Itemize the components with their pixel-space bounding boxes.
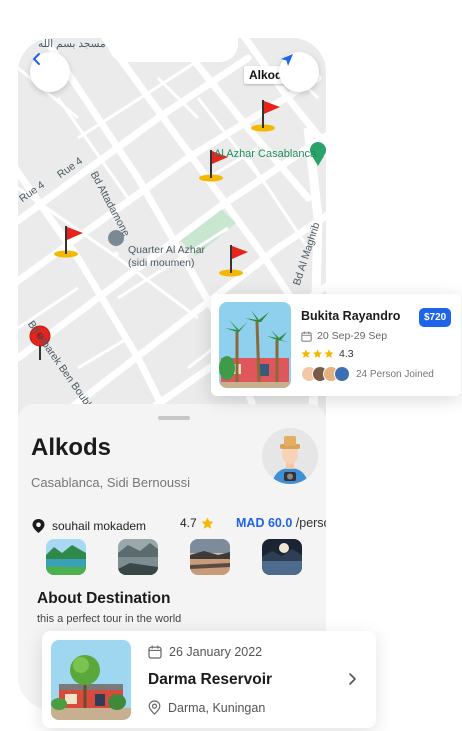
host-row: souhail mokadem 4.7 MAD 60.0 /person <box>31 516 326 536</box>
about-title: About Destination <box>37 590 171 607</box>
tour-price-badge: $720 <box>419 308 452 327</box>
calendar-icon <box>148 645 162 659</box>
tour-image <box>219 302 291 388</box>
reservoir-location: Darma, Kuningan <box>148 700 265 715</box>
map-label-arabic: مسجد بسم الله <box>38 38 106 50</box>
rating-value: 4.7 <box>180 516 197 530</box>
price-value: MAD 60.0 <box>236 516 293 530</box>
reservoir-location-text: Darma, Kuningan <box>168 700 266 715</box>
tour-joined: 24 Person Joined <box>301 366 434 382</box>
gallery-thumb-2[interactable] <box>118 539 158 575</box>
chevron-left-icon <box>33 53 40 65</box>
host-name: souhail mokadem <box>52 519 147 533</box>
reservoir-card[interactable]: 26 January 2022 Darma Reservoir Darma, K… <box>42 631 376 728</box>
tour-dates-text: 20 Sep-29 Sep <box>317 330 388 342</box>
lake-image <box>46 539 86 575</box>
star-icon <box>201 517 214 529</box>
destination-location: Casablanca, Sidi Bernoussi <box>31 475 190 490</box>
location-pin-icon <box>32 519 45 533</box>
sunset-image <box>190 539 230 575</box>
map-label-azhar-casablanca: Al Azhar Casablanca <box>214 148 317 160</box>
back-button[interactable] <box>30 52 70 92</box>
tour-joined-text: 24 Person Joined <box>356 368 434 380</box>
reservoir-open-button[interactable] <box>342 669 362 689</box>
phone-notch <box>108 38 238 62</box>
joined-avatar-4 <box>334 366 350 382</box>
map-label-quarter: Quarter Al Azhar (sidi moumen) <box>128 244 205 270</box>
navigate-button[interactable] <box>279 52 319 92</box>
destination-price: MAD 60.0 /person <box>236 516 326 530</box>
destination-rating: 4.7 <box>180 516 214 530</box>
chevron-right-icon <box>348 673 356 685</box>
reservoir-building-image <box>51 640 131 720</box>
reservoir-image <box>51 640 131 720</box>
tour-rating: 4.3 <box>301 348 354 360</box>
night-lake-image <box>262 539 302 575</box>
tour-title: Bukita Rayandro <box>301 309 401 323</box>
gallery-thumb-3[interactable] <box>190 539 230 575</box>
navigation-arrow-icon <box>281 54 293 66</box>
sheet-handle[interactable] <box>158 416 190 420</box>
host-avatar[interactable] <box>262 428 318 484</box>
gallery-thumb-1[interactable] <box>46 539 86 575</box>
stage: مسجد بسم الله Al Azhar Casablanca Quarte… <box>0 0 462 731</box>
stars-icon <box>301 349 334 358</box>
reservoir-date: 26 January 2022 <box>148 645 262 659</box>
map-label-quarter-line2: (sidi moumen) <box>128 257 195 269</box>
destination-title: Alkods <box>31 434 112 461</box>
calendar-icon <box>301 331 312 342</box>
location-pin-outline-icon <box>148 700 161 715</box>
price-unit: /person <box>295 516 326 530</box>
tour-rating-value: 4.3 <box>339 348 354 360</box>
about-text: this a perfect tour in the world <box>37 613 182 625</box>
traveler-avatar-icon <box>262 428 318 484</box>
tour-card[interactable]: Bukita Rayandro $720 20 Sep-29 Sep 4.3 2… <box>211 294 461 396</box>
misty-lake-image <box>118 539 158 575</box>
gallery-thumbnails <box>46 539 306 577</box>
reservoir-date-text: 26 January 2022 <box>169 645 263 659</box>
map-label-quarter-line1: Quarter Al Azhar <box>128 244 206 256</box>
reservoir-title: Darma Reservoir <box>148 671 273 688</box>
gallery-thumb-4[interactable] <box>262 539 302 575</box>
palm-house-image <box>219 302 291 388</box>
tour-dates: 20 Sep-29 Sep <box>301 330 387 342</box>
